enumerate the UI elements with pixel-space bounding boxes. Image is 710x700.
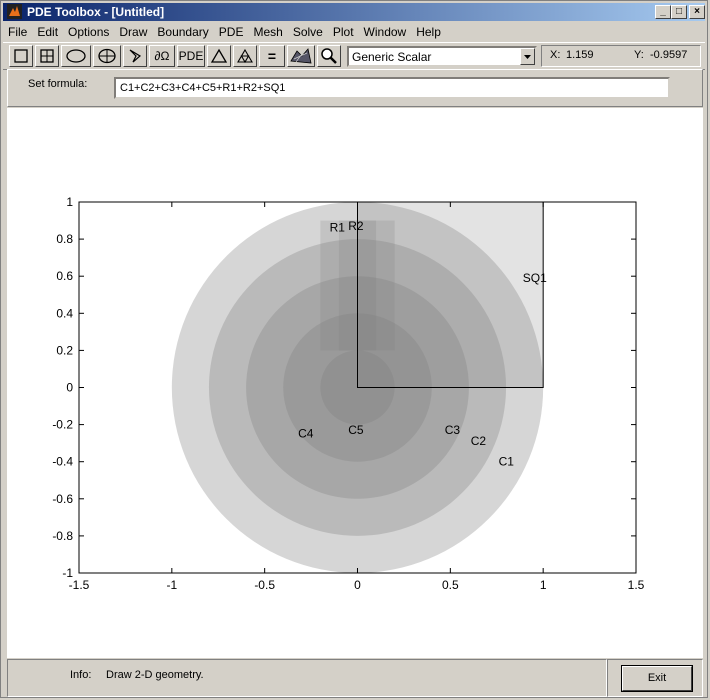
x-tick-label: -1 [166,578,177,592]
refined-triangle-icon [237,48,253,64]
y-tick-label: -0.6 [52,492,73,506]
shape-label-c1: C1 [499,454,515,468]
boundary-mode-button[interactable]: ∂Ω [149,45,175,67]
application-mode-select[interactable]: Generic Scalar [347,46,537,67]
centered-ellipse-icon [98,48,116,64]
shape-label-c3: C3 [445,423,461,437]
zoom-icon [321,48,337,64]
geometry-plot[interactable]: C1C2C3C4 C5R1 R2SQ1-1.5 -1 -0.5 0 0.5 1 1.510.80… [7,108,703,658]
y-tick-label: 0 [66,381,73,395]
exit-button[interactable]: Exit [621,665,693,692]
cursor-coordinates: X: 1.159 Y: -0.9597 [541,45,701,67]
boundary-mode-label: ∂Ω [154,49,170,63]
maximize-icon: □ [675,6,683,17]
x-coord-label: X: [550,49,561,61]
x-tick-label: 1.5 [628,578,645,592]
chevron-down-icon [524,55,531,59]
window-title: PDE Toolbox - [Untitled] [27,5,165,19]
triangle-icon [210,48,228,63]
menu-plot[interactable]: Plot [328,23,359,41]
x-tick-label: 1 [540,578,547,592]
x-coord-value: 1.159 [566,49,594,61]
shape-label-c2: C2 [471,434,487,448]
pde-toolbox-window: PDE Toolbox - [Untitled] _ □ × File Edit O… [0,0,708,698]
status-bar: Info: Draw 2-D geometry. [7,659,607,697]
centered-ellipse-tool[interactable] [93,45,121,67]
info-text: Draw 2-D geometry. [106,669,204,681]
application-mode-value: Generic Scalar [352,50,432,64]
dropdown-arrow-button[interactable] [520,48,535,65]
x-tick-label: 0.5 [442,578,459,592]
menu-solve[interactable]: Solve [288,23,328,41]
y-tick-label: 1 [66,195,73,209]
surface-plot-icon [290,48,312,64]
shape-label-r1: R1 [330,221,346,235]
menu-options[interactable]: Options [63,23,114,41]
menu-draw[interactable]: Draw [114,23,152,41]
menu-edit[interactable]: Edit [32,23,63,41]
rect-sq1[interactable] [357,202,544,388]
menu-bar: File Edit Options Draw Boundary PDE Mesh Solve P… [3,23,705,42]
shape-label-c5: C5 [348,423,364,437]
y-tick-label: 0.8 [56,232,73,246]
y-tick-label: -0.2 [52,418,73,432]
info-label: Info: [70,669,92,681]
polygon-tool[interactable] [123,45,147,67]
solve-button[interactable]: = [259,45,285,67]
x-tick-label: -0.5 [254,578,275,592]
centered-rectangle-icon [40,49,54,63]
close-button[interactable]: × [689,5,705,19]
y-coord-value: -0.9597 [650,49,688,61]
menu-file[interactable]: File [3,23,32,41]
pde-spec-button[interactable]: PDE [177,45,205,67]
pde-spec-label: PDE [178,49,204,63]
menu-boundary[interactable]: Boundary [152,23,213,41]
y-tick-label: -0.4 [52,455,73,469]
menu-pde[interactable]: PDE [214,23,249,41]
centered-rectangle-tool[interactable] [35,45,59,67]
matlab-logo-icon [7,4,22,19]
exit-panel: Exit [607,659,703,697]
rectangle-icon [14,49,28,63]
menu-window[interactable]: Window [359,23,412,41]
shape-label-r2: R2 [348,219,364,233]
y-tick-label: -0.8 [52,529,73,543]
menu-mesh[interactable]: Mesh [248,23,287,41]
shape-label-sq1: SQ1 [523,271,547,285]
y-coord-label: Y: [634,49,644,61]
polygon-icon [129,49,142,63]
y-tick-label: 0.6 [56,269,73,283]
formula-bar: Set formula: C1+C2+C3+C4+C5+R1+R2+SQ1 [7,69,703,107]
menu-help[interactable]: Help [411,23,446,41]
y-tick-label: -1 [62,566,73,580]
toolbar: ∂Ω PDE = Generic Scalar X: 1.159 Y: -0.9… [3,42,705,70]
zoom-button[interactable] [317,45,341,67]
init-mesh-button[interactable] [207,45,231,67]
plot-shapes [171,202,544,573]
y-tick-label: 0.2 [56,343,73,357]
x-tick-label: -1.5 [69,578,90,592]
close-icon: × [694,6,700,17]
refine-mesh-button[interactable] [233,45,257,67]
plot-button[interactable] [287,45,315,67]
set-formula-input[interactable]: C1+C2+C3+C4+C5+R1+R2+SQ1 [114,77,670,99]
solve-label: = [267,48,277,64]
rectangle-tool[interactable] [9,45,33,67]
shape-label-c4: C4 [298,427,314,441]
title-bar: PDE Toolbox - [Untitled] _ □ × [3,3,705,21]
y-tick-label: 0.4 [56,306,73,320]
ellipse-tool[interactable] [61,45,91,67]
minimize-button[interactable]: _ [655,5,671,19]
minimize-icon: _ [660,6,666,17]
set-formula-label: Set formula: [28,78,88,90]
x-tick-label: 0 [354,578,361,592]
ellipse-icon [66,49,86,63]
maximize-button[interactable]: □ [671,5,687,19]
geometry-canvas[interactable]: C1 C2 C3 C4 C5 R1 R2 SQ1 -1.5 -1 -0.5 0 0.5 1 1.5 1 0.8 0… [7,108,703,658]
